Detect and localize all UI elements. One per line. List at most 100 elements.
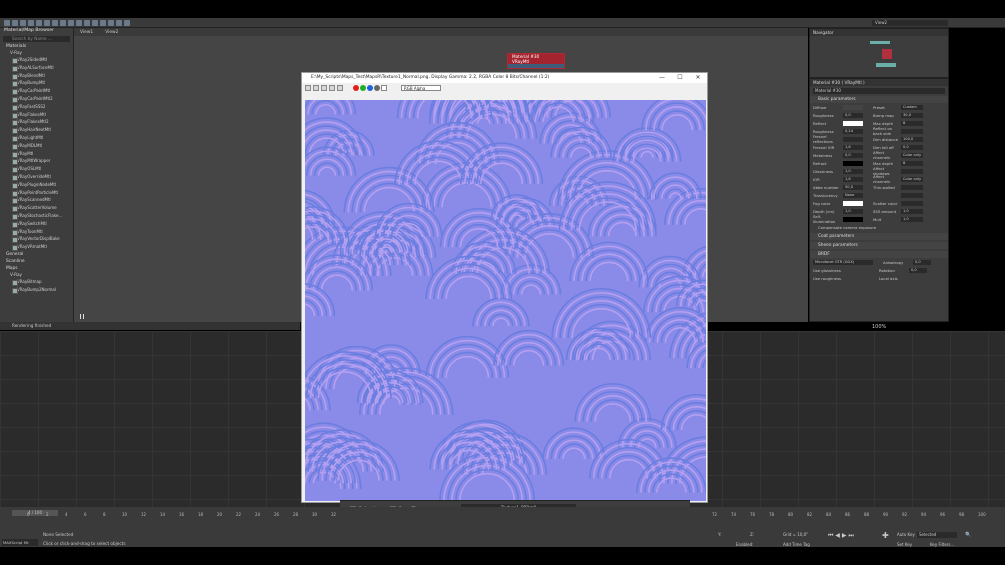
anisotropy-field[interactable]: 0,0 xyxy=(913,259,931,265)
material-item[interactable]: VRayPluginNodeMtl xyxy=(0,181,73,189)
search-input[interactable]: Search by Name ... xyxy=(3,36,70,42)
timeline[interactable]: 4 / 100 0 2 4 6 8 10 12 14 16 18 20 22 24 26 28 30 32 72 7… xyxy=(0,507,1005,519)
material-item[interactable]: VRayFlakesMtl xyxy=(0,111,73,119)
material-item[interactable]: VRaySwitchMtl xyxy=(0,220,73,228)
layer-icon[interactable] xyxy=(124,19,130,26)
material-node[interactable]: Material #30 VRayMtl xyxy=(507,53,565,69)
schematic-icon[interactable] xyxy=(84,19,90,26)
clear-icon[interactable] xyxy=(337,84,343,91)
material-item[interactable]: VRayOSLMtl xyxy=(0,165,73,173)
pause-icon[interactable] xyxy=(80,314,84,319)
material-item[interactable]: VRayVRmatMtl xyxy=(0,243,73,251)
parameter-field-2[interactable]: Color only xyxy=(901,176,923,182)
parameter-field[interactable] xyxy=(843,136,863,142)
parameter-field-2[interactable]: 8 xyxy=(901,160,923,166)
view-dropdown[interactable]: View2 xyxy=(872,20,948,26)
color-swatch[interactable] xyxy=(843,160,863,166)
align-icon[interactable] xyxy=(116,19,122,26)
scale-tool-icon[interactable] xyxy=(52,19,58,26)
material-item[interactable]: VRayPointParticleMtl xyxy=(0,189,73,197)
materials-section[interactable]: Materials xyxy=(0,43,73,50)
playback-controls-icon[interactable]: ⏮ ◀ ▶ ⏭ xyxy=(828,532,854,540)
set-key-button[interactable]: Set Key xyxy=(897,542,912,547)
rotation-field[interactable]: 0,0 xyxy=(909,267,927,273)
alpha-channel-icon[interactable] xyxy=(374,84,380,91)
bind-tool-icon[interactable] xyxy=(28,19,34,26)
material-item[interactable]: VRayBlendMtl xyxy=(0,72,73,80)
parameter-field[interactable]: 1,0 xyxy=(843,168,863,174)
parameter-field-2[interactable]: Color only xyxy=(901,152,923,158)
parameter-field[interactable]: 1,6 xyxy=(843,176,863,182)
navigator-preview[interactable] xyxy=(868,39,898,75)
material-item[interactable]: VRayMDLMtl xyxy=(0,142,73,150)
material-item[interactable]: VRayScannedMtl xyxy=(0,196,73,205)
material-item[interactable]: VRayOverrideMtl xyxy=(0,173,73,181)
material-item[interactable]: VRayMtlWrapper xyxy=(0,157,73,166)
parameter-field-2[interactable]: 1,0 xyxy=(901,208,923,214)
print-icon[interactable] xyxy=(329,84,335,91)
close-button[interactable]: ✕ xyxy=(689,73,707,83)
material-item[interactable]: VRayLightMtl xyxy=(0,134,73,142)
material-item[interactable]: VRayScatterVolume xyxy=(0,204,73,212)
brdf-rollout[interactable]: BRDF xyxy=(810,251,948,258)
layout-tool-icon[interactable] xyxy=(60,19,66,26)
render-tool-icon[interactable] xyxy=(68,19,74,26)
parameter-field-2[interactable]: 8 xyxy=(901,120,923,126)
parameter-field[interactable]: 0,0 xyxy=(843,112,863,118)
compensate-camera-exposure[interactable]: Compensate camera exposure xyxy=(810,223,948,231)
parameter-field-2[interactable] xyxy=(901,128,923,134)
maximize-button[interactable]: ☐ xyxy=(671,73,689,83)
parameter-field[interactable]: 50,0 xyxy=(843,184,863,190)
mono-icon[interactable] xyxy=(381,84,387,91)
material-item[interactable]: VRayFlakesMtl2 xyxy=(0,118,73,127)
zoom-icon[interactable]: 🔍 xyxy=(965,532,971,538)
move-tool-icon[interactable] xyxy=(36,19,42,26)
save-image-icon[interactable] xyxy=(305,84,311,91)
green-channel-icon[interactable] xyxy=(360,84,366,91)
scanline-section[interactable]: Scanline xyxy=(0,258,73,265)
material-item[interactable]: VRayVectorDisplBake xyxy=(0,235,73,244)
normal-map-image[interactable] xyxy=(305,100,706,501)
tab-view2[interactable]: View2 xyxy=(105,30,118,35)
unlink-tool-icon[interactable] xyxy=(20,19,26,26)
material-item[interactable]: VRayToonMtl xyxy=(0,228,73,236)
parameter-field[interactable]: 1,0 xyxy=(843,208,863,214)
material-item[interactable]: VRayFastSSS2 xyxy=(0,103,73,111)
add-time-tag[interactable]: Add Time Tag xyxy=(783,542,810,547)
curve-editor-icon[interactable] xyxy=(92,19,98,26)
material-item[interactable]: VRayMtl xyxy=(0,150,73,158)
use-glossiness-radio[interactable]: Use glossiness xyxy=(813,268,873,273)
color-swatch[interactable] xyxy=(843,200,863,206)
maps-section[interactable]: Maps xyxy=(0,265,73,272)
map-item[interactable]: VRayBump2Normal xyxy=(0,286,73,294)
link-tool-icon[interactable] xyxy=(12,19,18,26)
zoom-dropdown[interactable]: 100% xyxy=(872,324,890,330)
tab-view1[interactable]: View1 xyxy=(80,30,93,35)
local-axis-radio[interactable]: Local axis xyxy=(879,276,909,281)
parameter-field-2[interactable]: 100,0 xyxy=(901,136,923,142)
color-swatch[interactable] xyxy=(843,104,863,110)
maxscript-listener[interactable]: MAXScript Mi: xyxy=(2,539,38,546)
frame-slider[interactable]: 4 / 100 xyxy=(12,510,58,516)
parameter-field[interactable]: 0,0 xyxy=(843,152,863,158)
add-key-icon[interactable]: ✚ xyxy=(882,531,889,540)
rotate-tool-icon[interactable] xyxy=(44,19,50,26)
minimize-button[interactable]: — xyxy=(653,73,671,83)
blue-channel-icon[interactable] xyxy=(367,84,373,91)
map-item[interactable]: VRayBitmap xyxy=(0,278,73,286)
color-swatch[interactable] xyxy=(843,216,863,222)
select-tool-icon[interactable] xyxy=(4,19,10,26)
key-mode-dropdown[interactable]: Selected xyxy=(917,532,957,538)
basic-parameters-rollout[interactable]: Basic parameters xyxy=(810,96,948,103)
material-item[interactable]: VRayALSurfaceMtl xyxy=(0,64,73,72)
key-filters-button[interactable]: Key Filters... xyxy=(930,542,954,547)
coat-parameters-rollout[interactable]: Coat parameters xyxy=(810,233,948,240)
material-item[interactable]: VRay2SidedMtl xyxy=(0,56,73,64)
parameter-field[interactable]: None xyxy=(843,192,863,198)
parameter-field-2[interactable]: Custom xyxy=(901,104,923,110)
copy-image-icon[interactable] xyxy=(313,84,319,91)
parameter-field[interactable]: 1,6 xyxy=(843,144,863,150)
material-editor-icon[interactable] xyxy=(76,19,82,26)
parameter-field-2[interactable] xyxy=(901,184,923,190)
material-item[interactable]: VRayHairNextMtl xyxy=(0,126,73,134)
